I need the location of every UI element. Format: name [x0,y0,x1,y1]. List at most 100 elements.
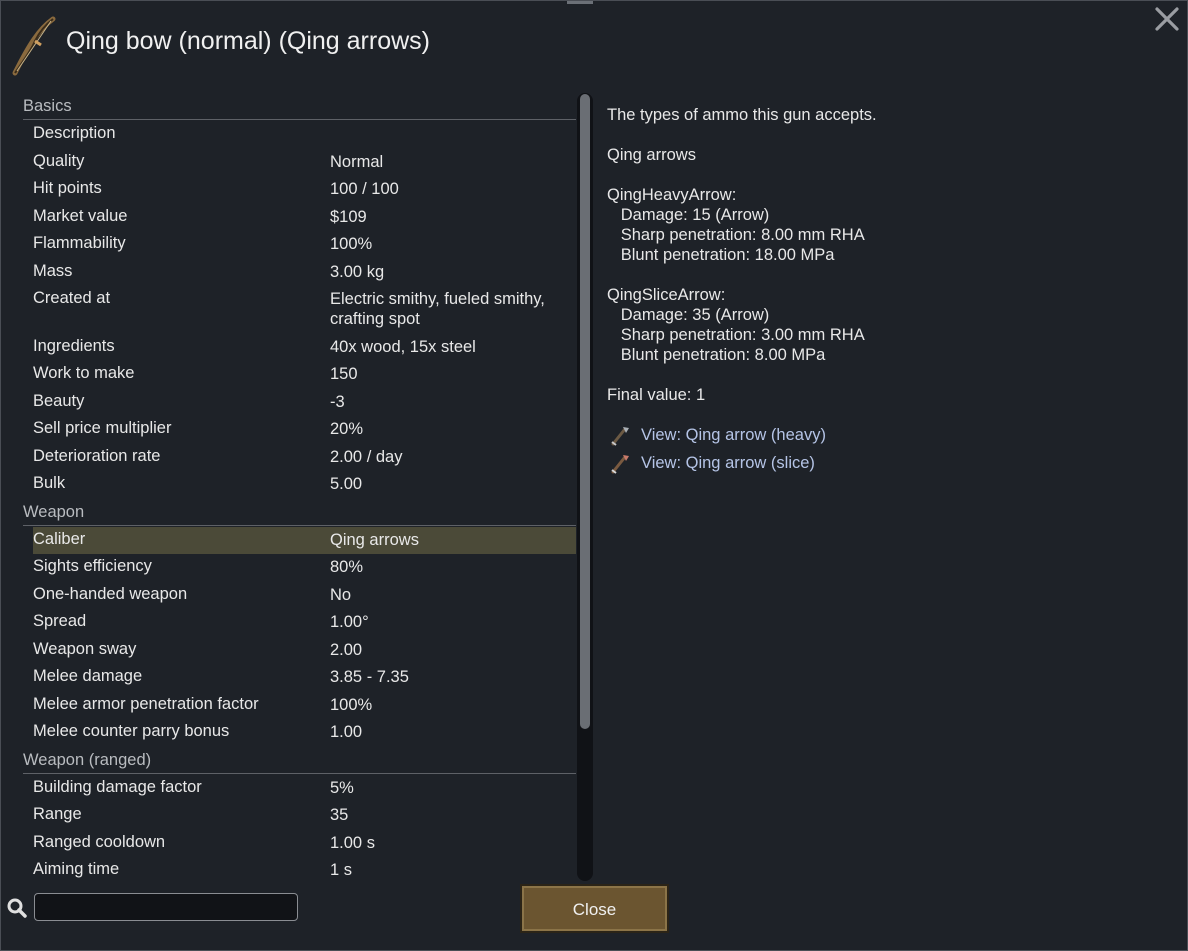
stat-label: Ingredients [33,336,115,355]
stat-value: 20% [330,420,364,438]
stat-label: Flammability [33,234,126,252]
stat-row[interactable]: Aiming time 1 s [33,857,576,882]
stat-label: Beauty [33,391,85,410]
stat-label: Created at [33,289,111,307]
stat-label: Sights efficiency [33,557,152,575]
heavy-arrow-name: QingHeavyArrow: [607,186,737,204]
slice-arrow-damage: Damage: 35 (Arrow) [607,306,770,324]
arrow-slice-icon [611,455,629,474]
view-slice-arrow-link[interactable]: View: Qing arrow (slice) [607,449,1167,477]
stat-row[interactable]: Market value $109 [33,204,576,232]
stat-row[interactable]: Mass 3.00 kg [33,259,576,287]
stat-label: Work to make [33,364,135,382]
stat-value: 100% [330,235,373,253]
stat-label: Range [33,805,82,823]
stat-value: 80% [330,558,364,576]
stat-label: Melee armor penetration factor [33,694,259,713]
stat-row[interactable]: Ranged cooldown 1.00 s [33,830,576,858]
stat-row[interactable]: Caliber Qing arrows [33,526,576,554]
stat-row[interactable]: Melee counter parry bonus 1.00 [33,719,576,747]
stat-label: Weapon sway [33,639,137,658]
stat-row[interactable]: One-handed weapon No [33,582,576,610]
stats-scrollbar-thumb[interactable] [580,94,590,729]
dialog-title: Qing bow (normal) (Qing arrows) [66,27,430,55]
stat-row[interactable]: Sights efficiency 80% [33,554,576,582]
stat-value: Electric smithy, fueled smithy, crafting… [330,290,545,328]
stat-row[interactable]: Melee armor penetration factor 100% [33,692,576,720]
stat-label: Building damage factor [33,777,202,796]
section-header: Weapon [23,499,576,526]
stat-row[interactable]: Quality Normal [33,149,576,177]
stat-label: Hit points [33,179,102,197]
close-icon[interactable] [1153,5,1181,33]
stat-label: Caliber [33,529,86,548]
slice-arrow-sharp: Sharp penetration: 3.00 mm RHA [607,326,865,344]
final-value: Final value: 1 [607,386,706,404]
stat-label: Market value [33,206,128,225]
arrow-heavy-icon [611,427,629,446]
description-intro: The types of ammo this gun accepts. [607,106,877,124]
stat-value: 1.00° [330,613,369,631]
stat-value: 2.00 / day [330,447,403,466]
stat-label: Melee damage [33,667,143,685]
view-slice-arrow-label: View: Qing arrow (slice) [641,453,815,472]
stat-value: 1.00 s [330,833,375,852]
stat-value: Qing arrows [330,530,419,549]
stat-label: Spread [33,612,87,630]
stat-row[interactable]: Sell price multiplier 20% [33,416,576,444]
stat-label: Sell price multiplier [33,419,172,437]
window-notch [567,1,593,4]
stat-row[interactable]: Range 35 [33,802,576,830]
stat-value: 5.00 [330,475,363,493]
stat-value: 40x wood, 15x steel [330,337,476,356]
info-dialog: Qing bow (normal) (Qing arrows) Basics De… [0,0,1188,951]
stats-list[interactable]: Basics Description Quality Normal Hit points… [23,93,576,882]
stat-row[interactable]: Created at Electric smithy, fueled smithy… [33,286,576,334]
stat-row[interactable]: Melee damage 3.85 - 7.35 [33,664,576,692]
stat-row[interactable]: Work to make 150 [33,361,576,389]
stat-value: 1.00 [330,723,363,741]
section-header: Basics [23,93,576,120]
stat-label: Deterioration rate [33,446,161,465]
stat-value: Normal [330,152,384,171]
stat-value: 100% [330,695,373,714]
stat-label: Bulk [33,474,66,492]
stat-row[interactable]: Flammability 100% [33,231,576,259]
bow-icon [12,16,56,76]
heavy-arrow-damage: Damage: 15 (Arrow) [607,206,770,224]
stat-value: 100 / 100 [330,180,399,198]
stat-row[interactable]: Spread 1.00° [33,609,576,637]
stat-value: 35 [330,806,349,824]
search-input[interactable] [34,893,298,921]
close-button[interactable]: Close [520,884,669,933]
stat-row[interactable]: Weapon sway 2.00 [33,637,576,665]
view-heavy-arrow-label: View: Qing arrow (heavy) [641,425,826,444]
stat-label: Aiming time [33,860,120,878]
stat-label: Description [33,124,116,142]
view-heavy-arrow-link[interactable]: View: Qing arrow (heavy) [607,421,1167,449]
ammo-set-name: Qing arrows [607,146,696,164]
stat-row[interactable]: Hit points 100 / 100 [33,176,576,204]
heavy-arrow-sharp: Sharp penetration: 8.00 mm RHA [607,226,865,244]
slice-arrow-blunt: Blunt penetration: 8.00 MPa [607,346,826,364]
heavy-arrow-blunt: Blunt penetration: 18.00 MPa [607,246,835,264]
stat-label: Quality [33,151,85,170]
stat-row[interactable]: Building damage factor 5% [33,775,576,803]
stat-value: No [330,585,352,604]
stat-value: 1 s [330,861,353,879]
search-icon [7,898,27,918]
stat-label: Melee counter parry bonus [33,722,230,740]
description-panel: The types of ammo this gun accepts. Qing… [607,105,1167,477]
stat-row[interactable]: Deterioration rate 2.00 / day [33,444,576,472]
stat-row[interactable]: Ingredients 40x wood, 15x steel [33,334,576,362]
stat-value: 3.00 kg [330,262,385,281]
stat-value: 150 [330,365,358,383]
stat-label: Mass [33,261,73,280]
stat-row[interactable]: Beauty -3 [33,389,576,417]
section-header: Weapon (ranged) [23,747,576,774]
stat-value: 2.00 [330,640,363,659]
stat-row[interactable]: Bulk 5.00 [33,471,576,499]
stat-value: $109 [330,207,367,226]
stat-row[interactable]: Description [33,121,576,149]
slice-arrow-name: QingSliceArrow: [607,286,726,304]
